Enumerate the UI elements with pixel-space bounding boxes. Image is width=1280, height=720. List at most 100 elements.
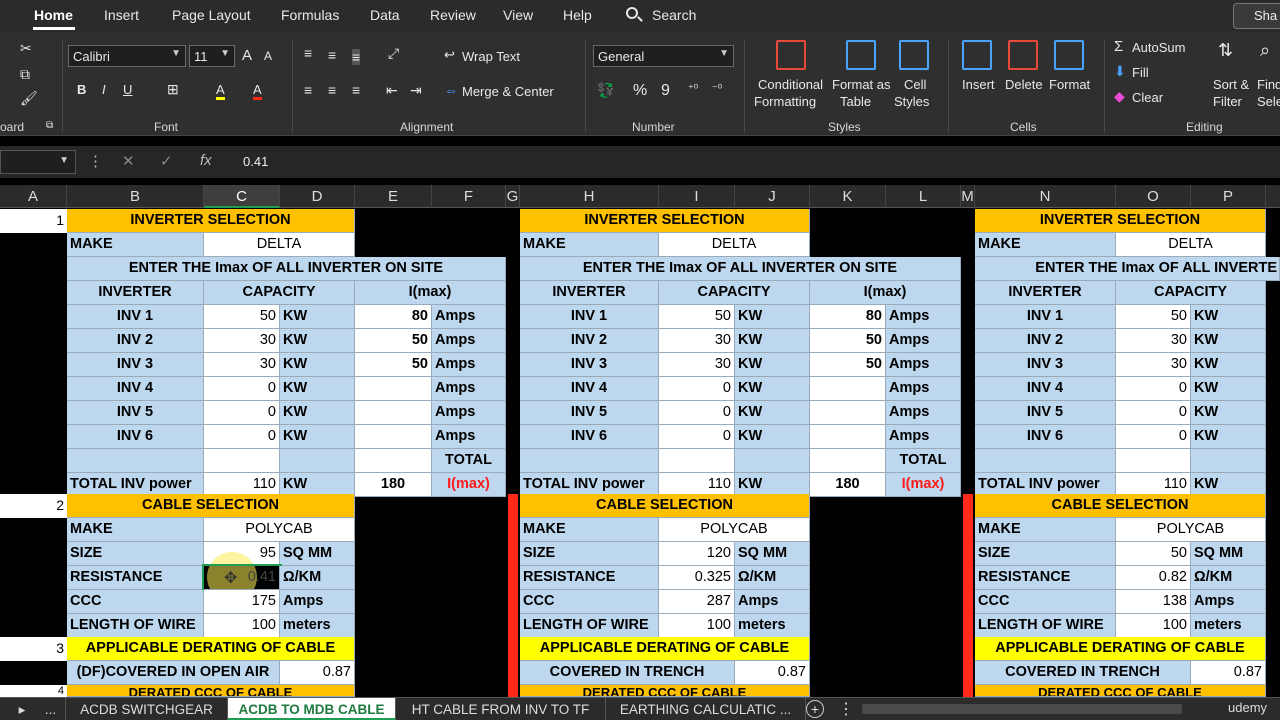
decrease-decimal-icon[interactable]: ⁻⁰ — [712, 82, 722, 95]
cable-label[interactable]: SIZE — [67, 542, 204, 566]
menu-view[interactable]: View — [503, 7, 533, 23]
derated-ccc-title[interactable]: DERATED CCC OF CABLE — [67, 685, 355, 697]
inverter-imax[interactable] — [355, 377, 432, 401]
menu-review[interactable]: Review — [430, 7, 476, 23]
cable-label[interactable]: LENGTH OF WIRE — [975, 614, 1116, 638]
highlight-button[interactable]: A — [216, 82, 225, 100]
clipboard-launcher-icon[interactable]: ⧉ — [46, 120, 53, 131]
sort-filter-icon[interactable]: ⇅ — [1218, 40, 1233, 61]
total-label[interactable]: TOTAL — [886, 449, 961, 473]
inverter-capacity[interactable]: 0 — [659, 425, 735, 449]
sort-filter-line1[interactable]: Sort & — [1213, 77, 1249, 92]
inverter-imax[interactable]: 50 — [810, 329, 886, 353]
more-options-icon[interactable]: ⋮ — [838, 698, 854, 720]
cable-label[interactable]: MAKE — [520, 518, 659, 542]
format-cells-icon[interactable] — [1054, 40, 1084, 70]
sheet-tab[interactable]: ACDB SWITCHGEAR — [66, 698, 228, 720]
align-bottom-icon[interactable]: ≡ — [352, 49, 361, 65]
search-icon[interactable] — [626, 7, 638, 19]
row-number[interactable]: 2 — [0, 494, 67, 518]
row-number[interactable]: 3 — [0, 637, 67, 661]
inverter-unit[interactable]: KW — [1191, 353, 1266, 377]
formula-input[interactable]: 0.41 — [243, 154, 268, 169]
inverter-amps[interactable]: Amps — [432, 353, 506, 377]
cable-value[interactable]: 100 — [1116, 614, 1191, 638]
cable-value[interactable]: 100 — [204, 614, 280, 638]
cable-unit[interactable]: Ω/KM — [280, 566, 355, 590]
inverter-capacity[interactable]: 30 — [659, 353, 735, 377]
inverter-imax[interactable] — [810, 377, 886, 401]
inverter-name[interactable]: INV 2 — [975, 329, 1116, 353]
insert-function-icon[interactable]: fx — [200, 152, 212, 169]
cable-section-title[interactable]: CABLE SELECTION — [67, 494, 355, 518]
find-icon[interactable]: ⌕ — [1260, 40, 1270, 61]
make-value[interactable]: DELTA — [1116, 233, 1266, 257]
derating-value[interactable]: 0.87 — [280, 661, 355, 685]
inverter-amps[interactable]: Amps — [432, 401, 506, 425]
inverter-amps[interactable]: Amps — [432, 425, 506, 449]
column-header-a[interactable]: A — [0, 185, 67, 208]
inverter-name[interactable]: INV 3 — [975, 353, 1116, 377]
share-button[interactable]: Sha — [1233, 3, 1280, 29]
inverter-name[interactable]: INV 5 — [520, 401, 659, 425]
inverter-imax[interactable]: 50 — [355, 353, 432, 377]
make-label[interactable]: MAKE — [67, 233, 204, 257]
increase-indent-icon[interactable]: ⇥ — [410, 82, 422, 99]
capacity-header[interactable]: CAPACITY — [1116, 281, 1266, 305]
inverter-name[interactable]: INV 2 — [520, 329, 659, 353]
merge-center-icon[interactable]: ⇔ — [444, 82, 458, 98]
column-header-m[interactable]: M — [961, 185, 975, 208]
inverter-capacity[interactable]: 50 — [659, 305, 735, 329]
inverter-unit[interactable]: KW — [1191, 377, 1266, 401]
cable-value[interactable]: 0.82 — [1116, 566, 1191, 590]
cable-section-title[interactable]: CABLE SELECTION — [975, 494, 1266, 518]
column-header-j[interactable]: J — [735, 185, 810, 208]
italic-button[interactable]: I — [102, 82, 106, 97]
inverter-amps[interactable]: Amps — [886, 377, 961, 401]
font-size-dropdown[interactable]: 11 ▼ — [189, 45, 235, 67]
menu-help[interactable]: Help — [563, 7, 592, 23]
row-number[interactable]: 1 — [0, 209, 67, 233]
more-options-icon[interactable]: ⋮ — [88, 152, 103, 170]
derating-value[interactable]: 0.87 — [735, 661, 810, 685]
cable-label[interactable]: CCC — [67, 590, 204, 614]
inverter-amps[interactable]: Amps — [886, 353, 961, 377]
inverter-capacity[interactable]: 0 — [1116, 425, 1191, 449]
make-value[interactable]: DELTA — [659, 233, 810, 257]
inverter-capacity[interactable]: 0 — [659, 377, 735, 401]
orientation-icon[interactable]: ⤢ — [388, 45, 399, 62]
derating-label[interactable]: COVERED IN TRENCH — [520, 661, 735, 685]
merge-center-button[interactable]: Merge & Center — [462, 84, 554, 99]
cable-make-value[interactable]: POLYCAB — [1116, 518, 1266, 542]
blank-cell[interactable] — [67, 449, 204, 473]
menu-insert[interactable]: Insert — [104, 7, 139, 23]
add-sheet-button[interactable]: + — [806, 700, 824, 718]
name-box[interactable]: ▼ — [0, 150, 76, 174]
menu-formulas[interactable]: Formulas — [281, 7, 339, 23]
cable-value[interactable]: 138 — [1116, 590, 1191, 614]
cable-unit[interactable]: Amps — [735, 590, 810, 614]
inverter-unit[interactable]: KW — [1191, 401, 1266, 425]
inverter-unit[interactable]: KW — [735, 329, 810, 353]
inverter-capacity[interactable]: 0 — [1116, 401, 1191, 425]
inverter-name[interactable]: INV 2 — [67, 329, 204, 353]
imax-header[interactable]: ENTER THE Imax OF ALL INVERTE — [975, 257, 1280, 281]
derating-value[interactable]: 0.87 — [1191, 661, 1266, 685]
total-imax-value[interactable]: 180 — [355, 473, 432, 497]
inverter-name[interactable]: INV 5 — [975, 401, 1116, 425]
inverter-name[interactable]: INV 6 — [975, 425, 1116, 449]
cable-label[interactable]: LENGTH OF WIRE — [67, 614, 204, 638]
inverter-amps[interactable]: Amps — [886, 425, 961, 449]
blank-cell[interactable] — [659, 449, 735, 473]
inverter-imax[interactable]: 50 — [810, 353, 886, 377]
cable-label[interactable]: LENGTH OF WIRE — [520, 614, 659, 638]
cable-make-value[interactable]: POLYCAB — [659, 518, 810, 542]
inverter-capacity[interactable]: 0 — [204, 425, 280, 449]
column-header-i[interactable]: I — [659, 185, 735, 208]
fill-button[interactable]: Fill — [1132, 65, 1149, 80]
imax-col-header[interactable]: I(max) — [810, 281, 961, 305]
cable-value[interactable]: 0.325 — [659, 566, 735, 590]
cable-value[interactable]: 50 — [1116, 542, 1191, 566]
blank-cell[interactable] — [520, 449, 659, 473]
cable-unit[interactable]: Amps — [280, 590, 355, 614]
